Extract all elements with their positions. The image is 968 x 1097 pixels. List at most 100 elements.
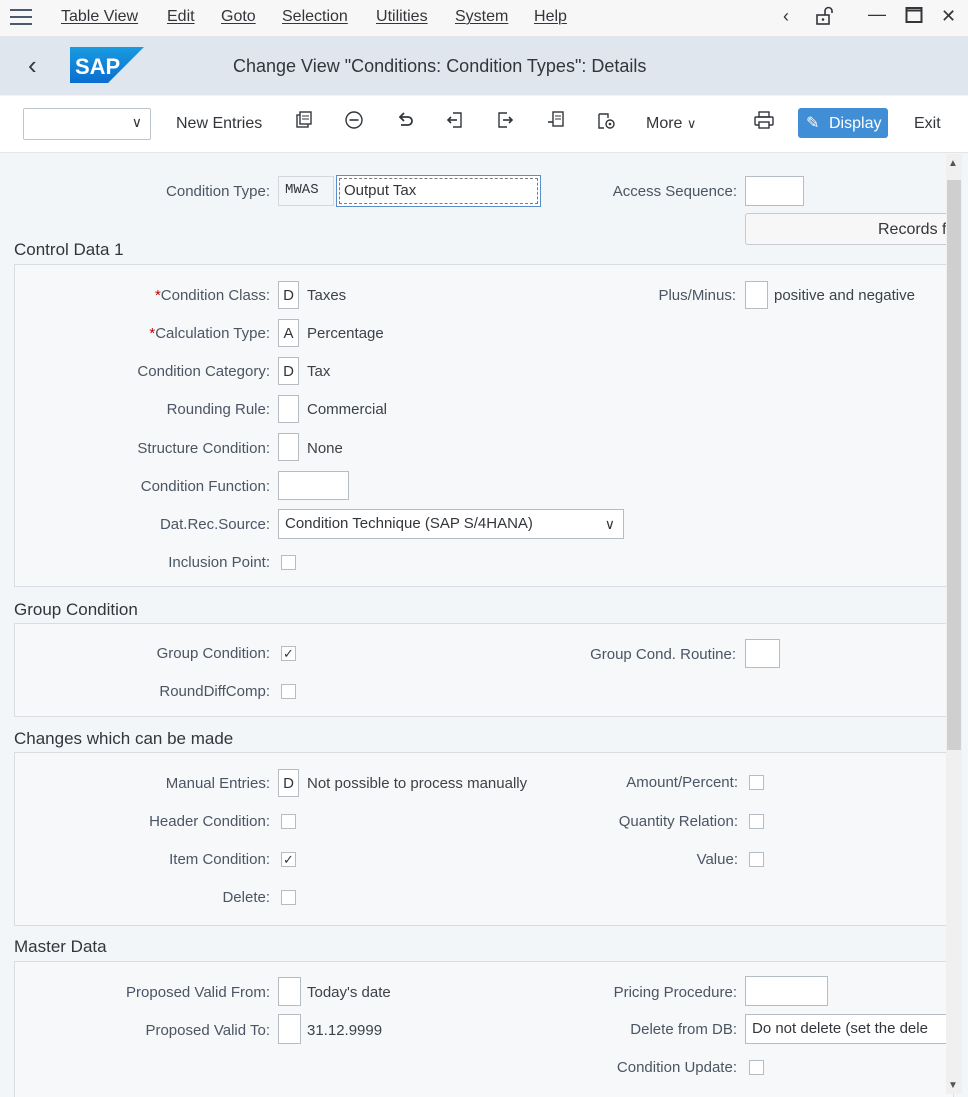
condition-category-input[interactable]: D bbox=[278, 357, 299, 385]
display-button-label: Display bbox=[829, 115, 882, 132]
value-label: Value: bbox=[696, 851, 738, 868]
manual-entries-value: D bbox=[283, 775, 294, 792]
condition-update-checkbox[interactable] bbox=[749, 1060, 764, 1075]
condition-function-input[interactable] bbox=[278, 471, 349, 500]
records-for-access-label: Records f bbox=[878, 221, 947, 238]
item-condition-label: Item Condition: bbox=[169, 851, 270, 868]
rounding-rule-input[interactable] bbox=[278, 395, 299, 423]
unlock-icon[interactable] bbox=[814, 6, 834, 31]
pricing-procedure-label: Pricing Procedure: bbox=[613, 984, 737, 1001]
condition-type-code-field: MWAS bbox=[278, 176, 334, 206]
round-diff-comp-checkbox[interactable] bbox=[281, 684, 296, 699]
scroll-up-arrow-icon[interactable]: ▲ bbox=[948, 158, 958, 169]
scrollbar-thumb[interactable] bbox=[947, 180, 961, 750]
manual-entries-input[interactable]: D bbox=[278, 769, 299, 797]
maximize-icon[interactable] bbox=[905, 6, 923, 29]
chevron-left-icon[interactable]: ‹ bbox=[783, 6, 789, 27]
proposed-valid-to-input[interactable] bbox=[278, 1014, 301, 1044]
chevron-down-icon: ∨ bbox=[604, 516, 615, 532]
toolbar: ∨ New Entries More ∨ ✎ Display Exit bbox=[0, 96, 968, 153]
structure-condition-label: Structure Condition: bbox=[137, 440, 270, 457]
inclusion-point-checkbox[interactable] bbox=[281, 555, 296, 570]
copy-as-icon[interactable] bbox=[292, 110, 316, 134]
condition-class-label-text: Condition Class: bbox=[160, 287, 270, 304]
structure-condition-desc: None bbox=[307, 440, 343, 457]
next-entry-icon[interactable] bbox=[493, 110, 517, 134]
condition-class-label: *Condition Class: bbox=[155, 287, 270, 304]
calculation-type-value: A bbox=[283, 325, 294, 342]
delete-checkbox[interactable] bbox=[281, 890, 296, 905]
amount-percent-checkbox[interactable] bbox=[749, 775, 764, 790]
quantity-relation-checkbox[interactable] bbox=[749, 814, 764, 829]
delete-icon[interactable] bbox=[342, 110, 366, 134]
new-entries-button[interactable]: New Entries bbox=[176, 115, 262, 133]
condition-class-input[interactable]: D bbox=[278, 281, 299, 309]
sap-logo: SAP bbox=[70, 47, 144, 83]
group-cond-routine-input[interactable] bbox=[745, 639, 780, 668]
calculation-type-input[interactable]: A bbox=[278, 319, 299, 347]
header-condition-checkbox[interactable] bbox=[281, 814, 296, 829]
calculation-type-desc: Percentage bbox=[307, 325, 384, 342]
menu-system[interactable]: System bbox=[455, 8, 508, 26]
item-condition-checkbox[interactable]: ✓ bbox=[281, 852, 296, 867]
menu-table-view[interactable]: Table View bbox=[61, 8, 138, 26]
calculation-type-label-text: Calculation Type: bbox=[155, 325, 270, 342]
proposed-valid-from-desc: Today's date bbox=[307, 984, 391, 1001]
scroll-down-arrow-icon[interactable]: ▼ bbox=[948, 1080, 958, 1091]
proposed-valid-to-desc: 31.12.9999 bbox=[307, 1022, 383, 1039]
access-sequence-label: Access Sequence: bbox=[612, 183, 737, 200]
checkmark-icon: ✓ bbox=[283, 646, 294, 661]
plus-minus-input[interactable] bbox=[745, 281, 768, 309]
access-sequence-input[interactable] bbox=[745, 176, 804, 206]
delete-from-db-select[interactable]: Do not delete (set the dele bbox=[745, 1014, 949, 1044]
group-condition-label: Group Condition: bbox=[156, 645, 270, 662]
chevron-down-icon: ∨ bbox=[686, 116, 697, 131]
previous-entry-icon[interactable] bbox=[443, 110, 467, 134]
menu-goto[interactable]: Goto bbox=[221, 8, 256, 26]
dat-rec-source-label: Dat.Rec.Source: bbox=[159, 516, 270, 533]
display-button[interactable]: ✎ Display bbox=[798, 108, 888, 138]
calculation-type-label: *Calculation Type: bbox=[149, 325, 270, 342]
command-field-dropdown[interactable]: ∨ bbox=[23, 108, 151, 140]
section-group-condition bbox=[14, 623, 954, 717]
checkmark-icon: ✓ bbox=[283, 852, 294, 867]
close-icon[interactable]: ✕ bbox=[941, 6, 956, 27]
records-for-access-button[interactable]: Records f bbox=[745, 213, 955, 245]
condition-category-label: Condition Category: bbox=[137, 363, 270, 380]
back-arrow-icon[interactable]: ‹ bbox=[28, 50, 37, 81]
menu-utilities[interactable]: Utilities bbox=[376, 8, 428, 26]
condition-category-value: D bbox=[283, 363, 294, 380]
condition-category-desc: Tax bbox=[307, 363, 331, 380]
dat-rec-source-value: Condition Technique (SAP S/4HANA) bbox=[285, 515, 533, 532]
pencil-glasses-icon: ✎ bbox=[806, 115, 820, 132]
condition-type-label: Condition Type: bbox=[166, 183, 270, 200]
pricing-procedure-input[interactable] bbox=[745, 976, 828, 1006]
quantity-relation-label: Quantity Relation: bbox=[618, 813, 738, 830]
condition-function-label: Condition Function: bbox=[140, 478, 270, 495]
condition-type-name-input[interactable]: Output Tax bbox=[336, 175, 541, 207]
menu-edit[interactable]: Edit bbox=[167, 8, 195, 26]
condition-update-label: Condition Update: bbox=[616, 1059, 737, 1076]
value-checkbox[interactable] bbox=[749, 852, 764, 867]
undo-icon[interactable] bbox=[393, 110, 417, 134]
delete-from-db-label: Delete from DB: bbox=[630, 1021, 737, 1038]
page-title: Change View "Conditions: Condition Types… bbox=[233, 56, 647, 76]
configure-icon[interactable] bbox=[594, 110, 618, 134]
hamburger-menu-icon[interactable] bbox=[10, 9, 32, 27]
manual-entries-label: Manual Entries: bbox=[165, 775, 270, 792]
manual-entries-desc: Not possible to process manually bbox=[307, 775, 528, 792]
minimize-icon[interactable]: — bbox=[868, 4, 886, 25]
menu-help[interactable]: Help bbox=[534, 8, 567, 26]
structure-condition-input[interactable] bbox=[278, 433, 299, 461]
header-condition-label: Header Condition: bbox=[149, 813, 270, 830]
proposed-valid-from-input[interactable] bbox=[278, 977, 301, 1006]
print-icon[interactable] bbox=[752, 110, 776, 134]
exit-button[interactable]: Exit bbox=[914, 115, 941, 133]
delete-label: Delete: bbox=[222, 889, 270, 906]
section-title-master-data: Master Data bbox=[14, 937, 107, 956]
dat-rec-source-select[interactable]: Condition Technique (SAP S/4HANA) ∨ bbox=[278, 509, 624, 539]
group-condition-checkbox[interactable]: ✓ bbox=[281, 646, 296, 661]
more-button[interactable]: More ∨ bbox=[646, 115, 696, 133]
select-all-icon[interactable] bbox=[544, 110, 568, 134]
menu-selection[interactable]: Selection bbox=[282, 8, 348, 26]
